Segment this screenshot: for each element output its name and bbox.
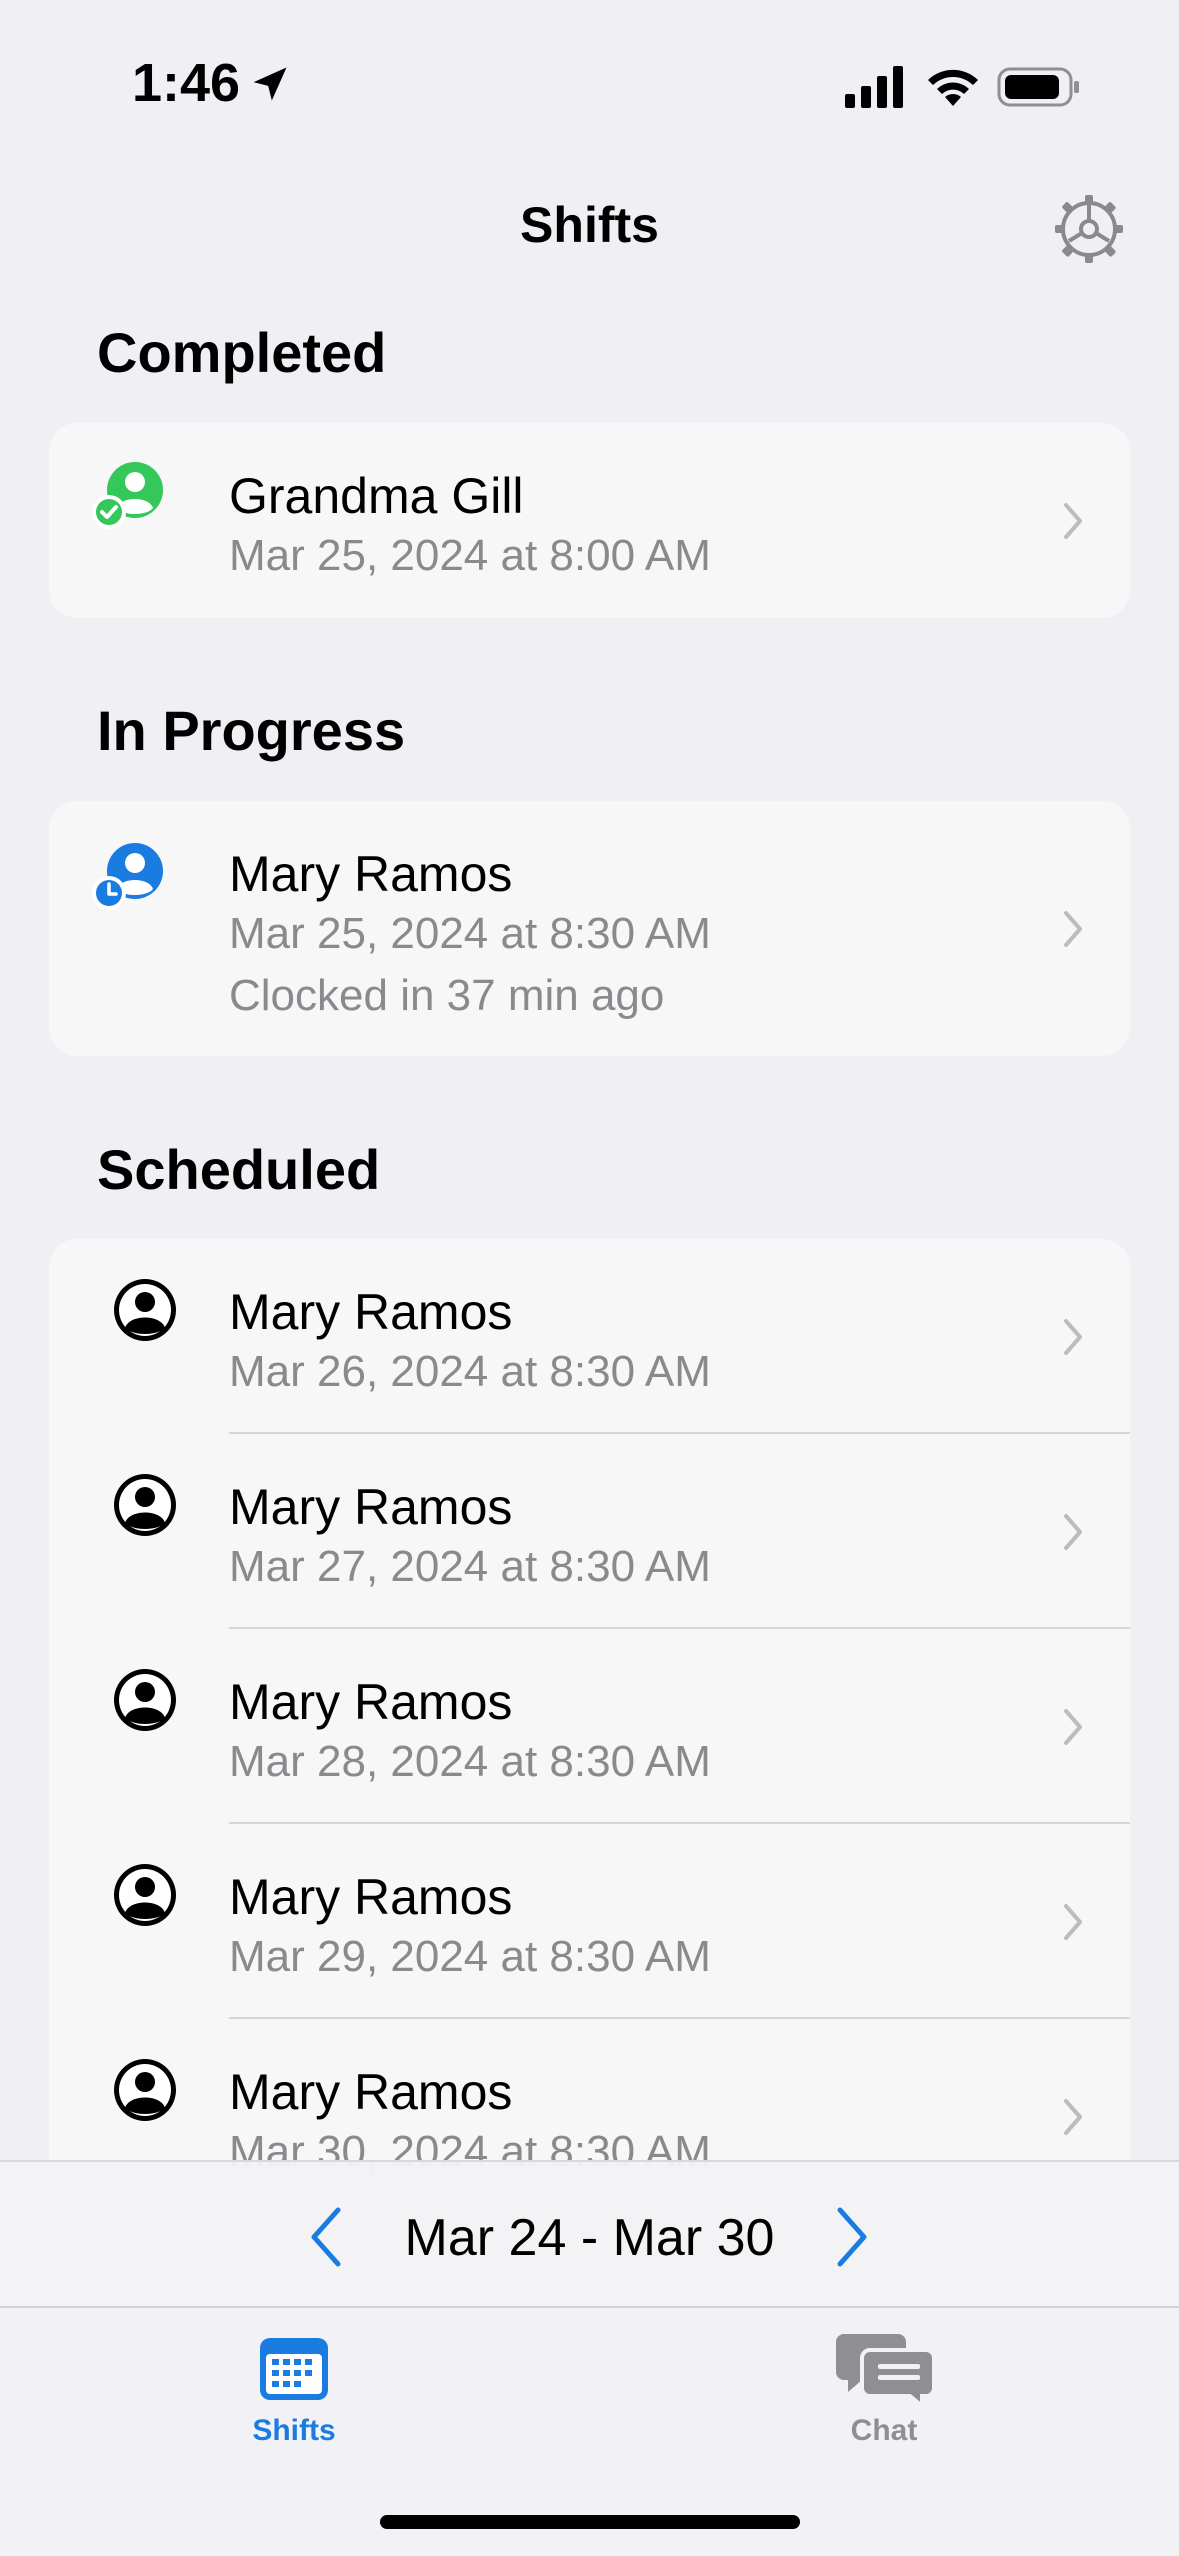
scheduled-card: Mary Ramos Mar 26, 2024 at 8:30 AM Mary … bbox=[49, 1239, 1130, 2239]
week-navigator: Mar 24 - Mar 30 bbox=[0, 2160, 1179, 2308]
shift-date: Mar 29, 2024 at 8:30 AM bbox=[229, 1932, 711, 1981]
person-circle-icon bbox=[114, 2059, 176, 2121]
tab-label: Chat bbox=[850, 2414, 918, 2447]
chevron-right-icon bbox=[1064, 1319, 1082, 1355]
shift-row-scheduled[interactable]: Mary Ramos Mar 26, 2024 at 8:30 AM bbox=[49, 1239, 1130, 1434]
home-indicator bbox=[380, 2515, 800, 2529]
chevron-right-icon bbox=[1064, 503, 1082, 539]
caregiver-name: Mary Ramos bbox=[229, 1479, 513, 1535]
shift-date: Mar 27, 2024 at 8:30 AM bbox=[229, 1542, 711, 1591]
shift-date: Mar 26, 2024 at 8:30 AM bbox=[229, 1347, 711, 1396]
caregiver-name: Mary Ramos bbox=[229, 1869, 513, 1925]
status-time: 1:46 bbox=[132, 53, 241, 113]
section-title-completed: Completed bbox=[97, 321, 387, 384]
section-title-in-progress: In Progress bbox=[97, 699, 406, 762]
shifts-screen: 1:46 Shifts Completed Grandma Gill Mar 2… bbox=[0, 0, 1179, 2556]
shift-date: Mar 25, 2024 at 8:30 AM bbox=[229, 909, 711, 958]
shift-date: Mar 28, 2024 at 8:30 AM bbox=[229, 1737, 711, 1786]
wifi-icon bbox=[928, 69, 978, 106]
section-title-scheduled: Scheduled bbox=[97, 1138, 381, 1201]
chat-bubbles-icon bbox=[836, 2334, 936, 2408]
settings-gear-icon[interactable] bbox=[1052, 192, 1126, 266]
tab-label: Shifts bbox=[252, 2414, 336, 2447]
shift-row-scheduled[interactable]: Mary Ramos Mar 27, 2024 at 8:30 AM bbox=[49, 1434, 1130, 1629]
caregiver-name: Mary Ramos bbox=[229, 1284, 513, 1340]
person-check-icon bbox=[92, 462, 163, 529]
shift-row-scheduled[interactable]: Mary Ramos Mar 28, 2024 at 8:30 AM bbox=[49, 1629, 1130, 1824]
person-circle-icon bbox=[114, 1474, 176, 1536]
person-circle-icon bbox=[114, 1279, 176, 1341]
chevron-right-icon bbox=[1064, 1514, 1082, 1550]
shift-date: Mar 25, 2024 at 8:00 AM bbox=[229, 531, 711, 580]
chevron-right-icon bbox=[1064, 911, 1082, 947]
chevron-right-icon bbox=[1064, 2099, 1082, 2135]
cellular-signal-icon bbox=[845, 66, 903, 108]
page-title: Shifts bbox=[520, 197, 659, 253]
person-clock-icon bbox=[92, 843, 163, 910]
shift-row-scheduled[interactable]: Mary Ramos Mar 29, 2024 at 8:30 AM bbox=[49, 1824, 1130, 2019]
week-range-label: Mar 24 - Mar 30 bbox=[404, 2209, 775, 2267]
status-bar: 1:46 bbox=[0, 0, 1179, 150]
caregiver-name: Mary Ramos bbox=[229, 1674, 513, 1730]
caregiver-name: Mary Ramos bbox=[229, 2064, 513, 2120]
person-circle-icon bbox=[114, 1864, 176, 1926]
tab-chat[interactable]: Chat bbox=[734, 2308, 1034, 2458]
chevron-right-icon bbox=[1064, 1709, 1082, 1745]
clock-in-status: Clocked in 37 min ago bbox=[229, 971, 665, 1020]
completed-card: Grandma Gill Mar 25, 2024 at 8:00 AM bbox=[49, 423, 1130, 618]
person-circle-icon bbox=[114, 1669, 176, 1731]
in-progress-card: Mary Ramos Mar 25, 2024 at 8:30 AM Clock… bbox=[49, 801, 1130, 1056]
caregiver-name: Grandma Gill bbox=[229, 468, 524, 524]
location-arrow-icon bbox=[253, 67, 287, 101]
caregiver-name: Mary Ramos bbox=[229, 846, 513, 902]
tab-shifts[interactable]: Shifts bbox=[144, 2308, 444, 2458]
shift-row-in-progress[interactable]: Mary Ramos Mar 25, 2024 at 8:30 AM Clock… bbox=[49, 801, 1130, 1056]
next-week-chevron-icon[interactable] bbox=[826, 2202, 876, 2272]
battery-icon bbox=[997, 67, 1079, 107]
shift-row-completed[interactable]: Grandma Gill Mar 25, 2024 at 8:00 AM bbox=[49, 423, 1130, 618]
calendar-icon bbox=[260, 2338, 328, 2400]
chevron-right-icon bbox=[1064, 1904, 1082, 1940]
